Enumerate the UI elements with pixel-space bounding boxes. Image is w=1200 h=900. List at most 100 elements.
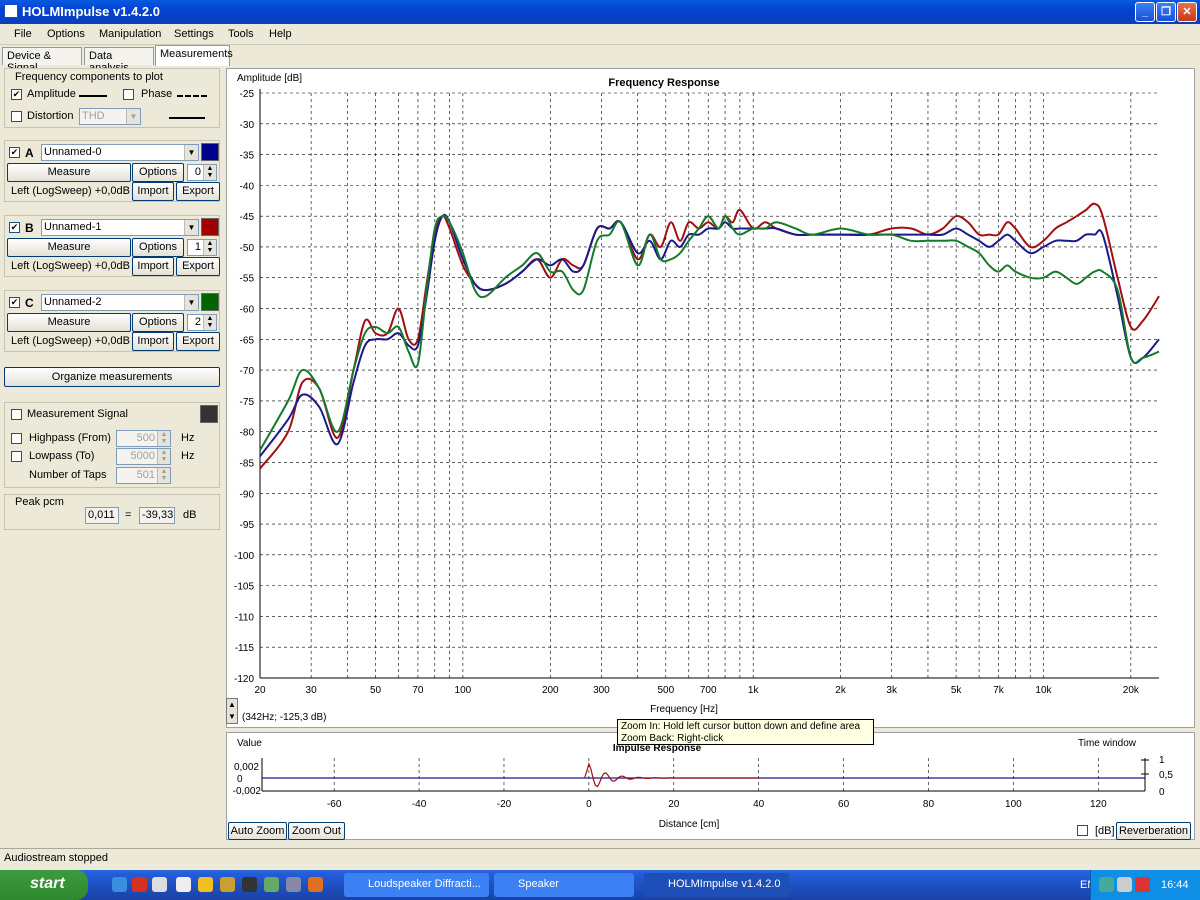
amplitude-checkbox[interactable]: ✔ — [11, 89, 22, 100]
measurement-a-spin[interactable]: 0 ▲ ▼ — [187, 164, 217, 181]
ie-icon[interactable] — [112, 877, 127, 892]
highpass-value: 500 — [136, 432, 155, 444]
task-holmimpulse[interactable]: HOLMImpulse v1.4.2.0 — [644, 873, 789, 897]
task-loudspeaker[interactable]: Loudspeaker Diffracti... — [344, 873, 489, 897]
options-b-button[interactable]: Options — [132, 238, 184, 257]
measurement-signal-checkbox[interactable] — [11, 409, 22, 420]
menu-tools[interactable]: Tools — [228, 28, 254, 40]
window-title: HOLMImpulse v1.4.2.0 — [22, 4, 160, 19]
measurement-c-spin[interactable]: 2 ▲ ▼ — [187, 314, 217, 331]
spin-arrows-icon[interactable]: ▲ ▼ — [203, 315, 216, 330]
mail-icon[interactable] — [286, 877, 301, 892]
y-axis-label: Amplitude [dB] — [237, 73, 302, 84]
series-line-1 — [259, 213, 1160, 457]
firefox-icon[interactable] — [308, 877, 323, 892]
time-window-tick: 1 — [1159, 755, 1165, 766]
taskbar: start Loudspeaker Diffracti... Speaker H… — [0, 870, 1200, 900]
menu-settings[interactable]: Settings — [174, 28, 214, 40]
spin-arrows-icon[interactable]: ▲ ▼ — [157, 431, 170, 446]
measurement-b-name-select[interactable]: Unnamed-1 ▼ — [41, 219, 199, 236]
phase-checkbox[interactable] — [123, 89, 134, 100]
zoom-tooltip: Zoom In: Hold left cursor button down an… — [617, 719, 874, 745]
impulse-response-chart[interactable]: -60 -40 -20 0 20 40 60 80 100 120 Value Impulse R… — [227, 733, 1194, 839]
taps-input[interactable]: 501 ▲ ▼ — [116, 467, 171, 484]
spin-arrows-icon[interactable]: ▲ ▼ — [157, 468, 170, 483]
export-a-button[interactable]: Export — [176, 182, 220, 201]
tray-icon[interactable] — [1135, 877, 1150, 892]
measurement-a-info: Left (LogSweep) +0,0dB — [11, 185, 130, 197]
menu-file[interactable]: File — [14, 28, 32, 40]
peak-value-field: 0,011 — [85, 507, 119, 524]
tab-measurements[interactable]: Measurements — [155, 45, 233, 66]
measurement-a-color-swatch[interactable] — [201, 143, 219, 161]
frequency-response-panel[interactable]: -25 -30 -35 -40 -45 -50 -55 -60 -65 -70 -75 -80 -85 -… — [226, 68, 1195, 728]
auto-zoom-button[interactable]: Auto Zoom — [228, 822, 287, 840]
export-c-button[interactable]: Export — [176, 332, 220, 351]
options-a-button[interactable]: Options — [132, 163, 184, 182]
close-button[interactable]: ✕ — [1177, 2, 1197, 22]
highpass-unit: Hz — [181, 432, 195, 444]
spin-arrows-icon[interactable]: ▲ ▼ — [203, 240, 216, 255]
measurement-c-checkbox[interactable]: ✔ — [9, 297, 20, 308]
series-line-2 — [259, 214, 1160, 451]
measurement-a-checkbox[interactable]: ✔ — [9, 147, 20, 158]
scale-spin-arrows-icon[interactable]: ▲ ▼ — [226, 698, 238, 724]
tab-data-analysis[interactable]: Data analysis — [84, 47, 154, 74]
tab-device-signal[interactable]: Device & Signal — [2, 47, 82, 74]
options-c-button[interactable]: Options — [132, 313, 184, 332]
impulse-response-panel[interactable]: -60 -40 -20 0 20 40 60 80 100 120 Value Impulse R… — [226, 732, 1195, 840]
lowpass-checkbox[interactable] — [11, 451, 22, 462]
app-icon[interactable] — [242, 877, 257, 892]
measurement-c-color-swatch[interactable] — [201, 293, 219, 311]
import-a-button[interactable]: Import — [132, 182, 174, 201]
taps-value: 501 — [136, 469, 155, 481]
export-b-button[interactable]: Export — [176, 257, 220, 276]
task-speaker[interactable]: Speaker — [494, 873, 634, 897]
impulse-x-tick-label: 40 — [753, 799, 765, 810]
tray-icon[interactable] — [1117, 877, 1132, 892]
quicklaunch-icon[interactable] — [152, 877, 167, 892]
highpass-checkbox[interactable] — [11, 433, 22, 444]
distortion-select[interactable]: THD ▼ — [79, 108, 141, 125]
measure-a-button[interactable]: Measure — [7, 163, 131, 182]
reverberation-button[interactable]: Reverberation — [1116, 822, 1191, 840]
maximize-button[interactable]: ❐ — [1156, 2, 1176, 22]
distortion-checkbox[interactable] — [11, 111, 22, 122]
zoom-out-button[interactable]: Zoom Out — [288, 822, 345, 840]
start-button[interactable]: start — [0, 870, 88, 900]
measurement-b-color-swatch[interactable] — [201, 218, 219, 236]
highpass-input[interactable]: 500 ▲ ▼ — [116, 430, 171, 447]
frequency-response-chart[interactable]: -25 -30 -35 -40 -45 -50 -55 -60 -65 -70 -75 -80 -85 -… — [227, 69, 1194, 727]
organize-measurements-button[interactable]: Organize measurements — [4, 367, 220, 387]
measurement-c-name-select[interactable]: Unnamed-2 ▼ — [41, 294, 199, 311]
signal-color-swatch[interactable] — [200, 405, 218, 423]
menu-options[interactable]: Options — [47, 28, 85, 40]
spin-arrows-icon[interactable]: ▲ ▼ — [157, 449, 170, 464]
clock: 16:44 — [1161, 879, 1189, 891]
minimize-button[interactable]: _ — [1135, 2, 1155, 22]
menu-help[interactable]: Help — [269, 28, 292, 40]
measurement-b-checkbox[interactable]: ✔ — [9, 222, 20, 233]
opera-icon[interactable] — [132, 877, 147, 892]
lowpass-value: 5000 — [130, 450, 155, 462]
db-checkbox[interactable] — [1077, 825, 1088, 836]
menu-manipulation[interactable]: Manipulation — [99, 28, 161, 40]
import-c-button[interactable]: Import — [132, 332, 174, 351]
impulse-x-tick-label: 80 — [923, 799, 935, 810]
lowpass-input[interactable]: 5000 ▲ ▼ — [116, 448, 171, 465]
app-icon — [4, 4, 18, 18]
lightning-icon[interactable] — [198, 877, 213, 892]
import-b-button[interactable]: Import — [132, 257, 174, 276]
impulse-ytick: 0 — [237, 774, 243, 785]
measure-b-button[interactable]: Measure — [7, 238, 131, 257]
spin-arrows-icon[interactable]: ▲ ▼ — [203, 165, 216, 180]
impulse-x-axis-label: Distance [cm] — [659, 819, 720, 830]
measurement-a-name-select[interactable]: Unnamed-0 ▼ — [41, 144, 199, 161]
tray-icon[interactable] — [1099, 877, 1114, 892]
save-icon[interactable] — [176, 877, 191, 892]
measure-c-button[interactable]: Measure — [7, 313, 131, 332]
measurement-b-spin[interactable]: 1 ▲ ▼ — [187, 239, 217, 256]
app-icon[interactable] — [264, 877, 279, 892]
app-icon[interactable] — [220, 877, 235, 892]
impulse-x-tick-label: -40 — [412, 799, 427, 810]
